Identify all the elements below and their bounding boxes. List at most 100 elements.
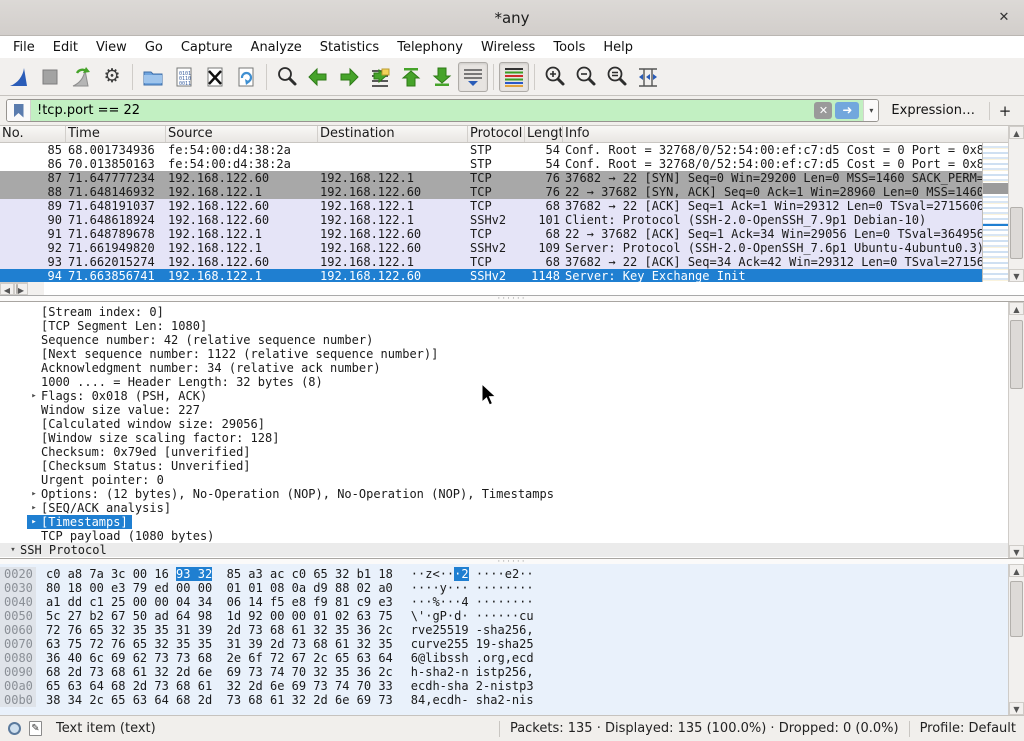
- capture-options-icon[interactable]: ⚙: [97, 62, 127, 92]
- packet-row-89[interactable]: 8971.648191037192.168.122.60192.168.122.…: [0, 199, 982, 213]
- colorize-packets-icon[interactable]: [499, 62, 529, 92]
- hex-ascii[interactable]: ··z<···2 ····e2··: [411, 567, 534, 581]
- packet-row-94[interactable]: 9471.663856741192.168.122.1192.168.122.6…: [0, 269, 982, 282]
- hex-bytes[interactable]: c0 a8 7a 3c 00 16 93 32 85 a3 ac c0 65 3…: [46, 567, 393, 581]
- hex-ascii[interactable]: 6@libssh .org,ecd: [411, 651, 534, 665]
- add-filter-button[interactable]: +: [992, 102, 1018, 120]
- hex-ascii[interactable]: 84,ecdh- sha2-nis: [411, 693, 534, 707]
- scroll-left-icon[interactable]: ◀: [0, 283, 14, 295]
- expert-info-icon[interactable]: [8, 722, 21, 735]
- filter-apply-icon[interactable]: ➜: [835, 102, 859, 119]
- menu-item-analyze[interactable]: Analyze: [242, 38, 311, 57]
- menu-item-capture[interactable]: Capture: [172, 38, 242, 57]
- restart-capture-icon[interactable]: [66, 62, 96, 92]
- scroll-down-icon[interactable]: ▼: [1009, 269, 1024, 282]
- collapsed-arrow-icon[interactable]: ▸: [27, 515, 41, 529]
- display-filter-field[interactable]: !tcp.port == 22 ✕ ➜ ▾: [6, 99, 879, 122]
- column-header-no[interactable]: No.: [0, 126, 66, 142]
- packet-list-vscrollbar[interactable]: ▲ ▼: [1008, 126, 1024, 282]
- detail-line[interactable]: Urgent pointer: 0: [0, 473, 1008, 487]
- find-packet-icon[interactable]: [272, 62, 302, 92]
- packet-row-86[interactable]: 8670.013850163fe:54:00:d4:38:2aSTP54Conf…: [0, 157, 982, 171]
- column-header-length[interactable]: Length: [525, 126, 563, 142]
- zoom-out-icon[interactable]: [571, 62, 601, 92]
- capture-comment-icon[interactable]: ✎: [29, 721, 42, 736]
- hex-ascii[interactable]: ecdh-sha 2-nistp3: [411, 679, 534, 693]
- column-header-time[interactable]: Time: [66, 126, 166, 142]
- menu-item-statistics[interactable]: Statistics: [311, 38, 388, 57]
- hex-bytes[interactable]: 38 34 2c 65 63 64 68 2d 73 68 61 32 2d 6…: [46, 693, 393, 707]
- hex-row-0030[interactable]: 003080 18 00 e3 79 ed 00 00 01 01 08 0a …: [0, 581, 1008, 595]
- hex-ascii[interactable]: curve255 19-sha25: [411, 637, 534, 651]
- scroll-up-icon[interactable]: ▲: [1009, 126, 1024, 139]
- save-file-icon[interactable]: 010101100011: [169, 62, 199, 92]
- packet-row-88[interactable]: 8871.648146932192.168.122.1192.168.122.6…: [0, 185, 982, 199]
- hex-row-0060[interactable]: 006072 76 65 32 35 35 31 39 2d 73 68 61 …: [0, 623, 1008, 637]
- menu-item-file[interactable]: File: [4, 38, 44, 57]
- packet-list-minimap[interactable]: [982, 143, 1008, 282]
- details-vscrollbar[interactable]: ▲ ▼: [1008, 302, 1024, 558]
- status-profile[interactable]: Profile: Default: [920, 721, 1016, 736]
- hex-row-0050[interactable]: 00505c 27 b2 67 50 ad 64 98 1d 92 00 00 …: [0, 609, 1008, 623]
- detail-line[interactable]: ▸Options: (12 bytes), No-Operation (NOP)…: [0, 487, 1008, 501]
- hex-ascii[interactable]: h-sha2-n istp256,: [411, 665, 534, 679]
- collapsed-arrow-icon[interactable]: ▸: [27, 501, 41, 515]
- detail-line[interactable]: ▾SSH Protocol: [0, 543, 1008, 557]
- hex-row-0090[interactable]: 009068 2d 73 68 61 32 2d 6e 69 73 74 70 …: [0, 665, 1008, 679]
- menu-item-edit[interactable]: Edit: [44, 38, 87, 57]
- go-back-icon[interactable]: [303, 62, 333, 92]
- hex-bytes[interactable]: 72 76 65 32 35 35 31 39 2d 73 68 61 32 3…: [46, 623, 393, 637]
- display-filter-input[interactable]: !tcp.port == 22: [31, 100, 810, 121]
- collapsed-arrow-icon[interactable]: ▸: [27, 389, 41, 403]
- zoom-reset-icon[interactable]: [602, 62, 632, 92]
- column-header-protocol[interactable]: Protocol: [468, 126, 525, 142]
- zoom-in-icon[interactable]: [540, 62, 570, 92]
- go-forward-icon[interactable]: [334, 62, 364, 92]
- hex-row-0080[interactable]: 008036 40 6c 69 62 73 73 68 2e 6f 72 67 …: [0, 651, 1008, 665]
- detail-line[interactable]: Acknowledgment number: 34 (relative ack …: [0, 361, 1008, 375]
- hex-row-00b0[interactable]: 00b038 34 2c 65 63 64 68 2d 73 68 61 32 …: [0, 693, 1008, 707]
- close-icon[interactable]: ✕: [994, 8, 1014, 28]
- filter-history-caret-icon[interactable]: ▾: [863, 100, 878, 121]
- detail-line[interactable]: ▸[SEQ/ACK analysis]: [0, 501, 1008, 515]
- packet-row-90[interactable]: 9071.648618924192.168.122.60192.168.122.…: [0, 213, 982, 227]
- hex-row-0070[interactable]: 007063 75 72 76 65 32 35 35 31 39 2d 73 …: [0, 637, 1008, 651]
- packet-list-hscrollbar[interactable]: ◀ ▶: [0, 282, 28, 295]
- hex-ascii[interactable]: ···%···4 ········: [411, 595, 534, 609]
- scroll-up-icon[interactable]: ▲: [1009, 302, 1024, 315]
- hex-ascii[interactable]: rve25519 -sha256,: [411, 623, 534, 637]
- reload-file-icon[interactable]: [231, 62, 261, 92]
- hex-bytes[interactable]: 36 40 6c 69 62 73 73 68 2e 6f 72 67 2c 6…: [46, 651, 393, 665]
- close-file-icon[interactable]: [200, 62, 230, 92]
- detail-line[interactable]: [Window size scaling factor: 128]: [0, 431, 1008, 445]
- filter-clear-icon[interactable]: ✕: [814, 102, 832, 119]
- bytes-vscrollbar[interactable]: ▲ ▼: [1008, 564, 1024, 715]
- hex-ascii[interactable]: \'·gP·d· ······cu: [411, 609, 534, 623]
- filter-bookmark-icon[interactable]: [7, 100, 31, 121]
- collapsed-arrow-icon[interactable]: ▸: [27, 487, 41, 501]
- packet-row-85[interactable]: 8568.001734936fe:54:00:d4:38:2aSTP54Conf…: [0, 143, 982, 157]
- menu-item-wireless[interactable]: Wireless: [472, 38, 544, 57]
- hex-bytes[interactable]: 68 2d 73 68 61 32 2d 6e 69 73 74 70 32 3…: [46, 665, 393, 679]
- hex-bytes[interactable]: a1 dd c1 25 00 00 04 34 06 14 f5 e8 f9 8…: [46, 595, 393, 609]
- column-header-destination[interactable]: Destination: [318, 126, 468, 142]
- detail-line[interactable]: [Calculated window size: 29056]: [0, 417, 1008, 431]
- hex-row-0020[interactable]: 0020c0 a8 7a 3c 00 16 93 32 85 a3 ac c0 …: [0, 567, 1008, 581]
- detail-line[interactable]: Window size value: 227: [0, 403, 1008, 417]
- detail-line[interactable]: ▸Flags: 0x018 (PSH, ACK): [0, 389, 1008, 403]
- hex-bytes[interactable]: 63 75 72 76 65 32 35 35 31 39 2d 73 68 6…: [46, 637, 393, 651]
- resize-columns-icon[interactable]: [633, 62, 663, 92]
- detail-line[interactable]: 1000 .... = Header Length: 32 bytes (8): [0, 375, 1008, 389]
- detail-line[interactable]: [Next sequence number: 1122 (relative se…: [0, 347, 1008, 361]
- menu-item-go[interactable]: Go: [136, 38, 172, 57]
- scroll-down-icon[interactable]: ▼: [1009, 545, 1024, 558]
- scroll-down-icon[interactable]: ▼: [1009, 702, 1024, 715]
- detail-line[interactable]: Checksum: 0x79ed [unverified]: [0, 445, 1008, 459]
- stop-capture-icon[interactable]: [35, 62, 65, 92]
- hex-row-00a0[interactable]: 00a065 63 64 68 2d 73 68 61 32 2d 6e 69 …: [0, 679, 1008, 693]
- hex-bytes[interactable]: 5c 27 b2 67 50 ad 64 98 1d 92 00 00 01 0…: [46, 609, 393, 623]
- go-to-packet-icon[interactable]: [365, 62, 395, 92]
- column-header-info[interactable]: Info: [563, 126, 1008, 142]
- packet-row-87[interactable]: 8771.647777234192.168.122.60192.168.122.…: [0, 171, 982, 185]
- menu-item-telephony[interactable]: Telephony: [388, 38, 472, 57]
